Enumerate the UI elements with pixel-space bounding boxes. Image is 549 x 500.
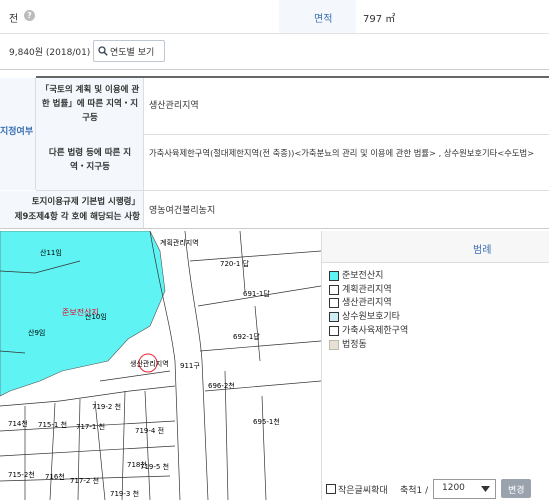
legend-item-livestock-restriction: 가축사육제한구역 bbox=[329, 325, 408, 337]
regulation-label-line2: 제9조제4항 각 호에 해당되는 사항 bbox=[14, 212, 140, 222]
legend-swatch bbox=[329, 270, 339, 281]
scale-label: 축척1 / bbox=[400, 486, 429, 496]
map-label-l15: 715-1 천 bbox=[38, 420, 67, 429]
map-label-l21: 716천 bbox=[45, 472, 65, 481]
land-use-map[interactable]: 산11임 준보전산지 산10임 산9임 계획관리지역 720-1 답 691-1… bbox=[0, 231, 322, 500]
map-label-l19: 695-1천 bbox=[253, 417, 280, 426]
map-label-l10: 911구 bbox=[180, 362, 200, 370]
zone-row-national: 「국토의 계획 및 이용에 관한 법률」에 따른 지역・지구등 생산관리지역 bbox=[36, 76, 549, 135]
regulation-value: 영농여건불리농지 bbox=[149, 206, 216, 216]
year-view-label: 연도별 보기 bbox=[110, 48, 155, 58]
scale-change-label: 변경 bbox=[508, 486, 525, 496]
legend-swatch bbox=[329, 325, 339, 336]
legend-item-legal-dong: 법정동 bbox=[329, 339, 367, 351]
map-label-l12: 719-2 천 bbox=[92, 402, 121, 411]
map-label-l1: 산11임 bbox=[40, 248, 62, 257]
zone-row-other-label: 다른 법령 등에 따른 지역・지구등 bbox=[48, 148, 132, 172]
map-label-l23: 719-3 천 bbox=[110, 489, 139, 498]
area-label: 면적 bbox=[314, 14, 333, 25]
regulation-row: 토지이용규제 기본법 시행령」 제9조제4항 각 호에 해당되는 사항 영농여건… bbox=[0, 191, 549, 229]
zone-row-other: 다른 법령 등에 따른 지역・지구등 가축사육제한구역(절대제한지역(전 축종)… bbox=[36, 133, 549, 191]
zone-row-other-value: 가축사육제한구역(절대제한지역(전 축종))<가축분뇨의 관리 및 이용에 관한… bbox=[149, 148, 535, 158]
legend-swatch bbox=[329, 284, 339, 295]
map-footer: 작은글씨확대 축척1 / 1200 변경 bbox=[322, 478, 549, 500]
official-price: 9,840원 (2018/01) bbox=[9, 48, 91, 58]
map-label-l3: 산10임 bbox=[85, 312, 107, 321]
scale-change-button[interactable]: 변경 bbox=[501, 479, 531, 498]
price-row: 9,840원 (2018/01) 연도별 보기 bbox=[0, 33, 549, 70]
chevron-down-icon bbox=[481, 486, 490, 492]
map-label-l22: 717-2 천 bbox=[70, 476, 99, 485]
map-label-l13: 719-4 전 bbox=[135, 426, 164, 435]
large-text-checkbox[interactable] bbox=[326, 484, 336, 494]
map-label-l7: 691-1답 bbox=[243, 289, 270, 298]
legend-swatch bbox=[329, 311, 339, 322]
map-label-l14: 714천 bbox=[8, 419, 28, 428]
large-text-label: 작은글씨확대 bbox=[338, 486, 388, 496]
map-label-l18: 719-5 천 bbox=[140, 462, 169, 471]
zone-row-other-header: 다른 법령 등에 따른 지역・지구등 bbox=[36, 133, 144, 190]
year-view-button[interactable]: 연도별 보기 bbox=[93, 40, 165, 62]
cadastral-map: 산11임 준보전산지 산10임 산9임 계획관리지역 720-1 답 691-1… bbox=[0, 231, 321, 500]
area-value: 797 ㎡ bbox=[363, 14, 396, 25]
map-label-l11: 696-2천 bbox=[208, 381, 235, 390]
map-label-l16: 717-1 천 bbox=[76, 422, 105, 431]
land-category-value: 전 bbox=[9, 14, 19, 25]
zone-row-national-value: 생산관리지역 bbox=[149, 101, 199, 111]
scale-select[interactable]: 1200 bbox=[433, 479, 496, 499]
zone-row-national-header: 「국토의 계획 및 이용에 관한 법률」에 따른 지역・지구등 bbox=[36, 78, 144, 134]
zone-side-label: 지정여부 bbox=[0, 127, 34, 137]
map-label-l4: 산9임 bbox=[28, 328, 45, 337]
legend-item-planned-management: 계획관리지역 bbox=[329, 284, 392, 296]
zone-row-national-label: 「국토의 계획 및 이용에 관한 법률」에 따른 지역・지구등 bbox=[40, 85, 140, 123]
zone-side-header: 지정여부 bbox=[0, 78, 36, 190]
legend-item-conservation-forest: 준보전산지 bbox=[329, 270, 383, 282]
map-label-l9: 생산관리지역 bbox=[130, 359, 169, 368]
legend-swatch bbox=[329, 339, 339, 350]
land-category-row: 전 ? 면적 797 ㎡ bbox=[0, 0, 549, 34]
legend-title: 범례 bbox=[473, 245, 492, 256]
regulation-header: 토지이용규제 기본법 시행령」 제9조제4항 각 호에 해당되는 사항 bbox=[0, 191, 144, 228]
legend-item-production-management: 생산관리지역 bbox=[329, 297, 392, 309]
map-label-l6: 720-1 답 bbox=[220, 259, 250, 268]
search-icon bbox=[98, 46, 108, 56]
map-label-l5: 계획관리지역 bbox=[160, 238, 199, 247]
legend-item-water-source: 상수원보호기타 bbox=[329, 311, 400, 323]
help-icon[interactable]: ? bbox=[24, 10, 35, 21]
map-label-l8: 692-1답 bbox=[233, 332, 260, 341]
regulation-label-line1: 토지이용규제 기본법 시행령」 bbox=[31, 197, 140, 207]
legend-header: 범례 bbox=[322, 231, 549, 263]
legend-swatch bbox=[329, 297, 339, 308]
map-label-l20: 715-2천 bbox=[8, 470, 35, 479]
scale-value: 1200 bbox=[442, 483, 465, 493]
